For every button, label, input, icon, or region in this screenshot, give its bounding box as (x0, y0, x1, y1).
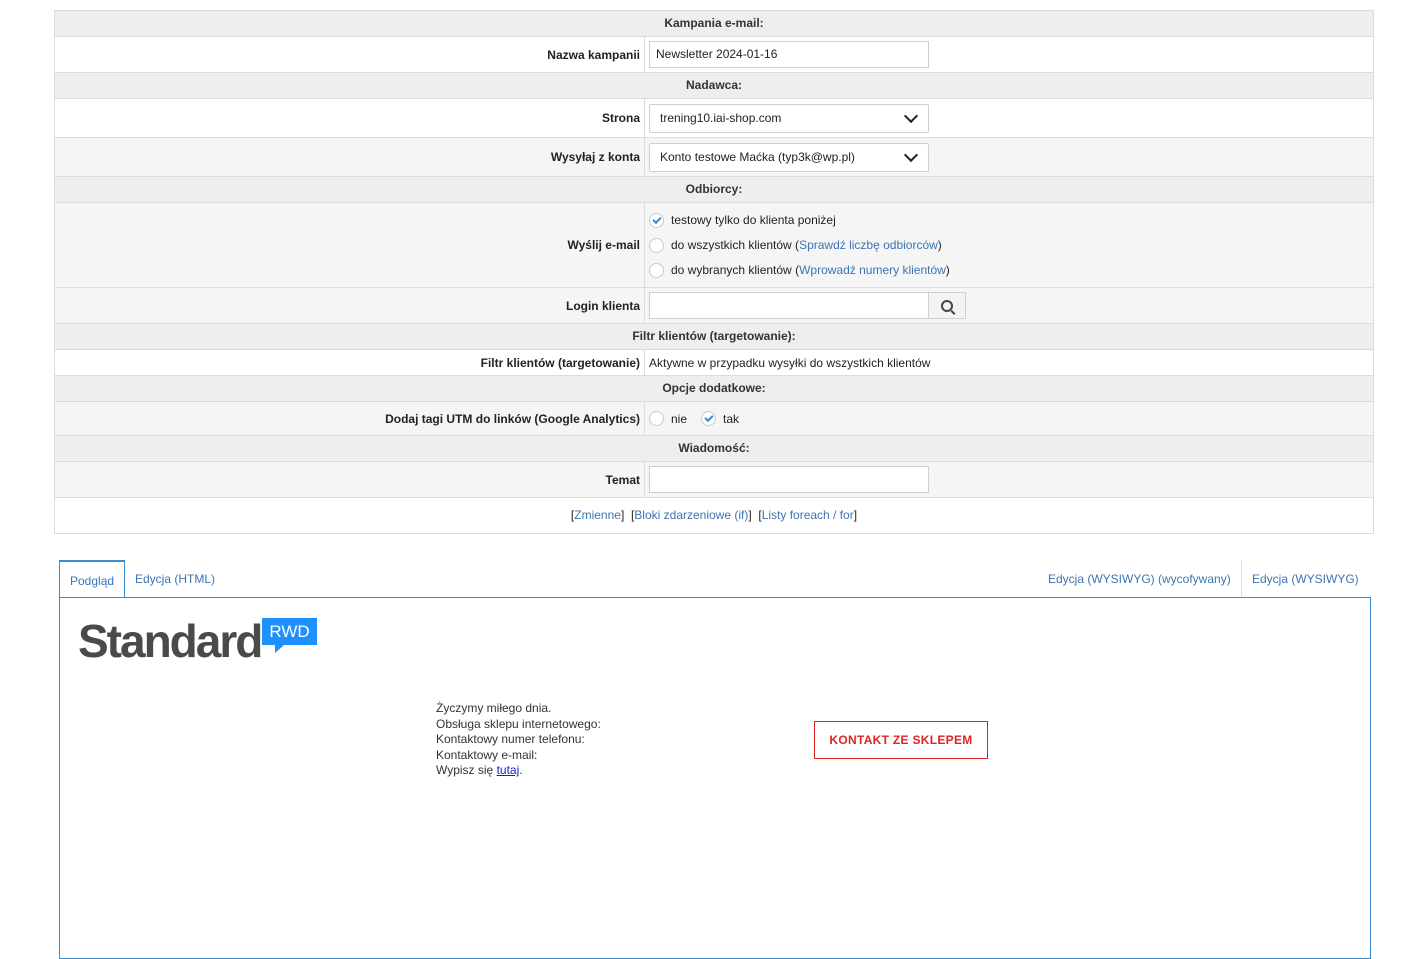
check-recipients-link[interactable]: Sprawdź liczbę odbiorców (799, 238, 938, 252)
utm-yes-label: tak (723, 411, 740, 426)
client-login-label: Login klienta (55, 288, 645, 323)
event-blocks-link[interactable]: Bloki zdarzeniowe (if) (634, 508, 748, 522)
campaign-name-label: Nazwa kampanii (55, 37, 645, 72)
utm-option-no[interactable]: nie (649, 406, 687, 431)
variables-link[interactable]: Zmienne (574, 508, 621, 522)
recipient-option-test-label: testowy tylko do klienta poniżej (671, 213, 836, 227)
filter-label: Filtr klientów (targetowanie) (55, 350, 645, 375)
search-button[interactable] (929, 292, 966, 319)
foreach-link[interactable]: Listy foreach / for (762, 508, 854, 522)
utm-no-label: nie (671, 411, 688, 426)
tab-preview[interactable]: Podgląd (59, 560, 126, 598)
radio-test[interactable] (649, 212, 664, 228)
footer-line-greeting: Życzymy miłego dnia. (436, 701, 552, 715)
section-message: Wiadomość: (55, 436, 1373, 462)
subject-input[interactable] (649, 466, 929, 493)
section-sender: Nadawca: (55, 73, 1373, 99)
row-campaign-name: Nazwa kampanii Newsletter 2024-01-16 (55, 37, 1373, 73)
account-select-value: Konto testowe Maćka (typ3k@wp.pl) (660, 150, 855, 164)
tab-wysiwyg-legacy[interactable]: Edycja (WYSIWYG) (wycofywany) (1038, 560, 1242, 598)
row-filter: Filtr klientów (targetowanie) Aktywne w … (55, 350, 1373, 376)
contact-store-button[interactable]: KONTAKT ZE SKLEPEM (814, 721, 988, 759)
tab-wysiwyg[interactable]: Edycja (WYSIWYG) (1242, 560, 1369, 598)
footer-line-support: Obsługa sklepu internetowego: (436, 716, 601, 731)
row-utm: Dodaj tagi UTM do linków (Google Analyti… (55, 402, 1373, 436)
subject-label: Temat (55, 462, 645, 497)
section-campaign: Kampania e-mail: (55, 11, 1373, 37)
campaign-form: Kampania e-mail: Nazwa kampanii Newslett… (54, 10, 1374, 534)
footer-line-email: Kontaktowy e-mail: (436, 747, 538, 762)
recipient-option-selected-label: do wybranych klientów (671, 263, 792, 277)
store-logo: Standard (78, 615, 263, 667)
unsubscribe-link[interactable]: tutaj (497, 763, 520, 777)
section-filter: Filtr klientów (targetowanie): (55, 324, 1373, 350)
footer-line-unsubscribe: Wypisz się tutaj. (436, 763, 523, 777)
radio-utm-yes[interactable] (701, 411, 717, 426)
radio-all[interactable] (649, 237, 664, 253)
utm-label: Dodaj tagi UTM do linków (Google Analyti… (55, 402, 645, 435)
account-select[interactable]: Konto testowe Maćka (typ3k@wp.pl) (649, 142, 929, 172)
chevron-down-icon (903, 147, 919, 163)
filter-value: Aktywne w przypadku wysyłki do wszystkic… (649, 355, 931, 370)
campaign-name-input[interactable]: Newsletter 2024-01-16 (649, 41, 929, 68)
logo-rwd-badge: RWD (262, 618, 317, 653)
site-select[interactable]: trening10.iai-shop.com (649, 103, 929, 133)
editor-tabs: Podgląd Edycja (HTML) Edycja (WYSIWYG) (… (54, 546, 1372, 598)
site-label: Strona (55, 99, 645, 137)
section-recipients: Odbiorcy: (55, 177, 1373, 203)
row-account: Wysyłaj z konta Konto testowe Maćka (typ… (55, 138, 1373, 177)
site-select-value: trening10.iai-shop.com (660, 111, 782, 125)
email-preview: Standard RWD Życzymy miłego dnia. Obsług… (59, 597, 1371, 959)
template-helper-links: [Zmienne] [Bloki zdarzeniowe (if)] [List… (55, 498, 1373, 534)
chevron-down-icon (903, 108, 919, 124)
client-login-input[interactable] (649, 292, 929, 319)
row-subject: Temat (55, 462, 1373, 498)
radio-selected[interactable] (649, 262, 664, 278)
recipient-option-all[interactable]: do wszystkich klientów (Sprawdź liczbę o… (649, 233, 942, 258)
send-email-label: Wyślij e-mail (55, 203, 645, 287)
unsubscribe-prefix: Wypisz się (436, 763, 494, 777)
recipient-option-test[interactable]: testowy tylko do klienta poniżej (649, 208, 836, 233)
search-icon (941, 299, 953, 312)
section-extra: Opcje dodatkowe: (55, 376, 1373, 402)
tab-html[interactable]: Edycja (HTML) (125, 560, 225, 598)
recipient-option-all-label: do wszystkich klientów (671, 238, 792, 252)
utm-option-yes[interactable]: tak (701, 406, 739, 431)
row-site: Strona trening10.iai-shop.com (55, 99, 1373, 138)
radio-utm-no[interactable] (649, 411, 664, 426)
row-send-email: Wyślij e-mail testowy tylko do klienta p… (55, 203, 1373, 288)
recipient-option-selected[interactable]: do wybranych klientów (Wprowadź numery k… (649, 258, 950, 283)
row-client-login: Login klienta (55, 288, 1373, 324)
account-label: Wysyłaj z konta (55, 138, 645, 176)
enter-client-numbers-link[interactable]: Wprowadź numery klientów (799, 263, 946, 277)
footer-line-phone: Kontaktowy numer telefonu: (436, 732, 585, 746)
email-footer-text: Życzymy miłego dnia. Obsługa sklepu inte… (436, 701, 601, 779)
